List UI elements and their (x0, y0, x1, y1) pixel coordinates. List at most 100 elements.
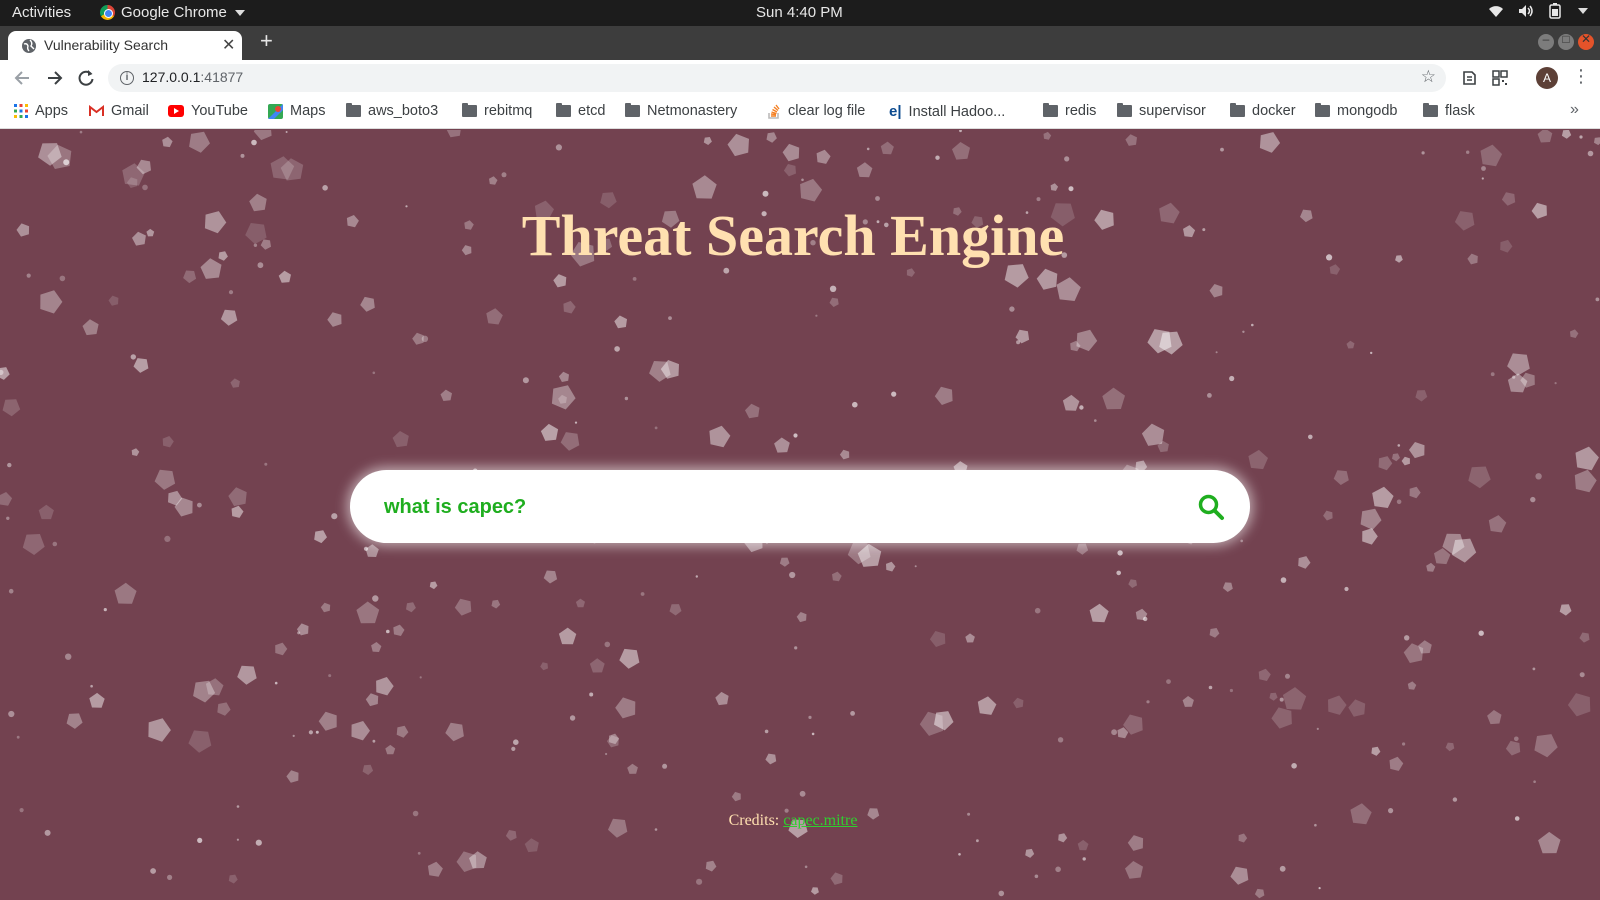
particle-pentagon (320, 602, 331, 613)
bookmark-netmonastery[interactable]: Netmonastery (625, 103, 737, 119)
credits-link[interactable]: capec.mitre (783, 812, 857, 829)
particle-dot (1370, 351, 1373, 355)
particle-dot (668, 316, 672, 320)
particle-dot (804, 865, 808, 869)
particle-pentagon (1050, 183, 1059, 191)
window-minimize-button[interactable]: – (1538, 32, 1554, 50)
app-menu[interactable]: Google Chrome (100, 4, 245, 21)
particle-dot (1166, 679, 1171, 684)
particle-dot (815, 314, 818, 317)
particle-dot (976, 839, 979, 843)
back-arrow-icon[interactable] (12, 67, 34, 89)
particle-dot (1318, 887, 1321, 890)
bookmark-supervisor[interactable]: supervisor (1117, 103, 1206, 119)
bookmark-etcd[interactable]: etcd (556, 103, 605, 119)
bookmark-aws-boto3[interactable]: aws_boto3 (346, 103, 438, 119)
search-bar[interactable] (350, 470, 1250, 543)
particle-pentagon (1401, 456, 1410, 466)
forward-arrow-icon[interactable] (43, 67, 65, 89)
new-tab-button[interactable]: + (260, 28, 273, 54)
particle-pentagon (318, 711, 337, 731)
site-info-icon[interactable]: i (120, 71, 134, 85)
particle-dot (417, 851, 421, 855)
bookmark-apps[interactable]: Apps (14, 103, 68, 119)
bookmark-clear-log-file[interactable]: clear log file (767, 103, 865, 119)
particle-pentagon (486, 308, 503, 325)
particle-dot (1396, 499, 1402, 505)
particle-dot (1466, 150, 1470, 154)
bookmark-mongodb[interactable]: mongodb (1315, 103, 1397, 119)
system-clock[interactable]: Sun 4:40 PM (756, 4, 843, 21)
system-top-bar: Activities Google Chrome Sun 4:40 PM (0, 0, 1600, 26)
window-close-button[interactable]: ✕ (1578, 32, 1594, 50)
particle-dot (589, 692, 594, 697)
bookmark-gmail[interactable]: Gmail (89, 103, 149, 119)
particle-pentagon (558, 627, 577, 645)
tab-vulnerability-search[interactable]: Vulnerability Search ✕ (8, 31, 242, 60)
particle-pentagon (253, 130, 272, 141)
bookmark-maps[interactable]: Maps (268, 103, 325, 119)
address-bar[interactable]: i 127.0.0.1:41877 ☆ (108, 64, 1446, 92)
particle-pentagon (1480, 144, 1503, 167)
particle-pentagon (1333, 470, 1349, 485)
particle-pentagon (1445, 742, 1455, 752)
app-menu-label: Google Chrome (121, 4, 227, 21)
particle-pentagon (1258, 668, 1271, 681)
particle-pentagon (965, 633, 975, 643)
activities-button[interactable]: Activities (12, 4, 71, 21)
bookmark-redis[interactable]: redis (1043, 103, 1096, 119)
bookmark-label: mongodb (1337, 103, 1398, 119)
bookmark-flask[interactable]: flask (1423, 103, 1475, 119)
particle-pentagon (830, 872, 843, 885)
particle-dot (1478, 630, 1484, 636)
particle-dot (1229, 375, 1235, 382)
particle-pentagon (614, 315, 627, 329)
particle-dot (59, 275, 66, 282)
particle-pentagon (392, 431, 409, 448)
url-text[interactable]: 127.0.0.1:41877 (142, 69, 243, 85)
particle-dot (103, 608, 107, 612)
search-input[interactable] (384, 488, 1144, 526)
system-tray[interactable] (1488, 3, 1588, 19)
particle-dot (1579, 672, 1585, 678)
particle-pentagon (154, 469, 176, 490)
profile-avatar[interactable]: A (1536, 67, 1558, 89)
bookmarks-overflow-icon[interactable]: » (1570, 101, 1579, 119)
chrome-logo-icon (100, 5, 115, 20)
particle-pentagon (1209, 628, 1220, 638)
bookmark-install-hadoop[interactable]: e| Install Hadoo... (889, 103, 1005, 120)
search-icon[interactable] (1196, 492, 1226, 522)
particle-pentagon (356, 601, 380, 624)
particle-dot (322, 185, 328, 191)
particle-pentagon (615, 697, 636, 719)
battery-icon (1549, 3, 1561, 19)
particle-pentagon (1125, 861, 1143, 879)
particle-dot (1279, 865, 1286, 872)
particle-pentagon (1389, 756, 1404, 771)
bookmark-docker[interactable]: docker (1230, 103, 1296, 119)
particle-pentagon (489, 176, 498, 185)
window-maximize-button[interactable]: □ (1558, 32, 1574, 50)
particle-dot (1279, 697, 1284, 702)
particle-pentagon (1282, 687, 1307, 710)
more-menu-icon[interactable]: ⋮ (1572, 66, 1590, 87)
reload-icon[interactable] (75, 67, 97, 89)
particle-dot (793, 433, 798, 438)
extension-qr-code-icon[interactable] (1490, 68, 1510, 88)
tab-close-icon[interactable]: ✕ (222, 35, 235, 55)
bookmark-youtube[interactable]: YouTube (168, 103, 248, 119)
particle-pentagon (1559, 604, 1572, 616)
particle-pentagon (560, 432, 580, 451)
particle-pentagon (446, 130, 461, 138)
particle-pentagon (1127, 835, 1144, 851)
bookmark-star-icon[interactable]: ☆ (1421, 67, 1436, 87)
bookmark-rebitmq[interactable]: rebitmq (462, 103, 532, 119)
stackoverflow-icon (768, 104, 780, 119)
particle-dot (1146, 700, 1150, 704)
particle-pentagon (148, 718, 171, 742)
extension-evernote-icon[interactable] (1459, 68, 1479, 88)
particle-pentagon (1269, 692, 1278, 701)
particle-dot (236, 805, 240, 808)
particle-dot (811, 732, 815, 736)
particle-pentagon (669, 604, 682, 616)
